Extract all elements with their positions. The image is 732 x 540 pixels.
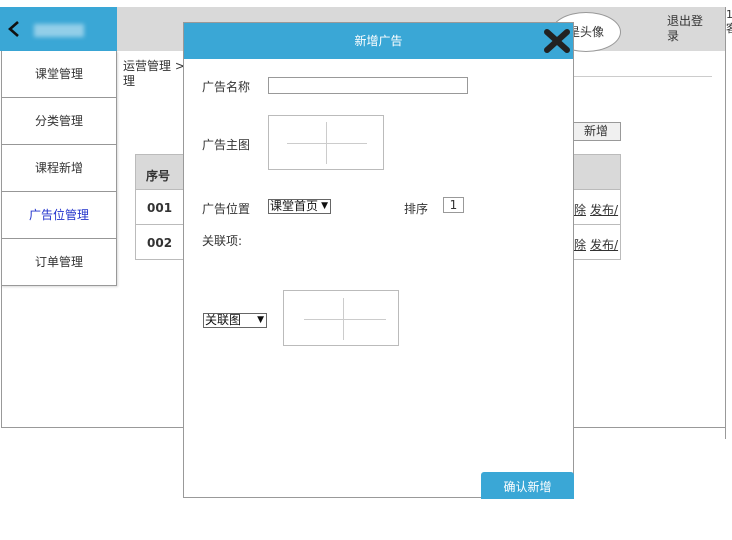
ad-image-upload[interactable] (268, 115, 384, 170)
dialog-title: 新增广告 (184, 23, 573, 59)
sidebar-item-course-add[interactable]: 课程新增 (1, 145, 117, 192)
related-select[interactable]: 关联图 ▼ (203, 313, 267, 328)
delete-link[interactable]: 除 (574, 238, 586, 252)
breadcrumb: 运营管理 > 理 (123, 59, 185, 88)
crosshair-icon (326, 122, 327, 164)
chevron-left-icon[interactable] (6, 20, 22, 38)
ad-position-select[interactable]: 课堂首页 ▼ (268, 199, 331, 214)
sidebar-item-ads[interactable]: 广告位管理 (1, 192, 117, 239)
related-label: 关联项: (202, 234, 243, 248)
crosshair-icon (343, 298, 344, 340)
chevron-down-icon: ▼ (257, 315, 264, 325)
chevron-down-icon: ▼ (321, 201, 328, 211)
ad-name-label: 广告名称 (202, 80, 251, 94)
crosshair-icon (287, 143, 367, 144)
divider (574, 76, 712, 77)
add-button[interactable]: 新增 (573, 122, 621, 141)
sidebar-item-orders[interactable]: 订单管理 (1, 239, 117, 286)
brand-logo-blurred (34, 24, 84, 37)
publish-link[interactable]: 发布/ (590, 203, 618, 217)
divider (725, 7, 726, 439)
ad-position-label: 广告位置 (202, 202, 251, 216)
close-icon[interactable] (541, 26, 573, 56)
confirm-add-button[interactable]: 确认新增 (481, 472, 574, 499)
related-image-upload[interactable] (283, 290, 399, 346)
row-id: 002 (147, 236, 173, 250)
row-id: 001 (147, 201, 173, 215)
delete-link[interactable]: 除 (574, 203, 586, 217)
publish-link[interactable]: 发布/ (590, 238, 618, 252)
ad-name-input[interactable] (268, 77, 468, 94)
sidebar: 课堂管理 分类管理 课程新增 广告位管理 订单管理 (1, 51, 117, 286)
brand-area (0, 7, 117, 51)
sidebar-item-class[interactable]: 课堂管理 (1, 51, 117, 98)
row-actions: 除发布/ (574, 201, 622, 218)
crosshair-icon (304, 319, 386, 320)
logout-link[interactable]: 退出登录 (667, 14, 713, 44)
sidebar-item-category[interactable]: 分类管理 (1, 98, 117, 145)
related-select-value: 关联图 (205, 313, 242, 327)
sort-label: 排序 (404, 202, 429, 216)
add-ad-dialog: 新增广告 广告名称 广告主图 广告位置 课堂首页 ▼ 排序 1 关联项: 关联图… (183, 22, 574, 499)
ad-position-value: 课堂首页 (270, 199, 319, 213)
edge-text: 1 客 (726, 8, 732, 35)
table-header-index: 序号 (146, 169, 171, 183)
row-actions: 除发布/ (574, 236, 622, 253)
ad-image-label: 广告主图 (202, 138, 251, 152)
sort-input[interactable]: 1 (443, 197, 464, 213)
